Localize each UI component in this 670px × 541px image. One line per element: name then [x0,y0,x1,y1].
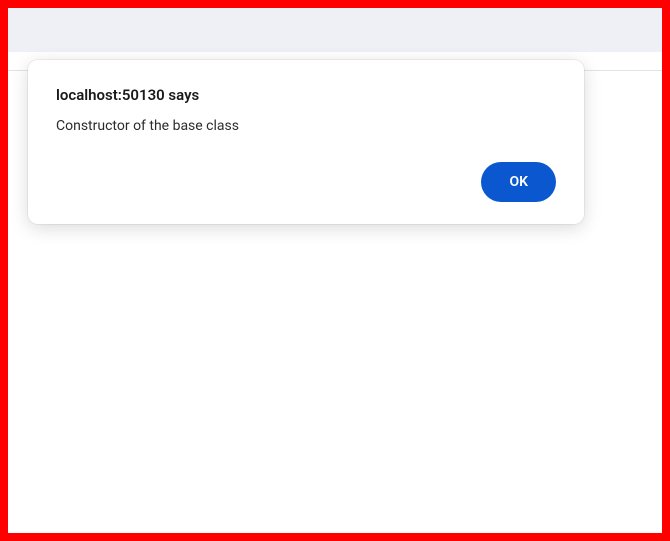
alert-title: localhost:50130 says [56,86,556,104]
alert-actions: OK [56,162,556,202]
javascript-alert-dialog: localhost:50130 says Constructor of the … [28,60,584,224]
browser-toolbar-strip [8,8,662,52]
alert-message: Constructor of the base class [56,118,556,134]
ok-button[interactable]: OK [481,162,556,202]
